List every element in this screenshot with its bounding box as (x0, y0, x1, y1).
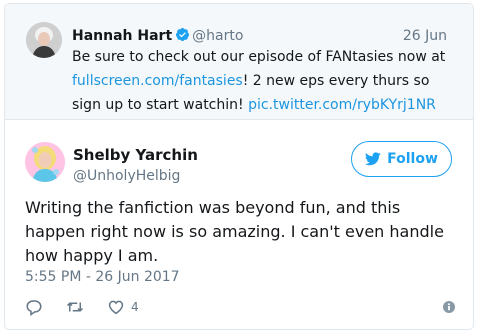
verified-badge-icon (176, 27, 190, 42)
like-count: 4 (131, 300, 139, 314)
info-icon (443, 301, 455, 313)
quoted-author-name[interactable]: Hannah Hart (72, 28, 172, 44)
shelby-avatar-photo (25, 142, 65, 182)
tweet-text: Writing the fanfiction was beyond fun, a… (25, 198, 444, 265)
follow-button[interactable]: Follow (351, 141, 452, 177)
reply-icon (26, 300, 42, 316)
quoted-author-handle[interactable]: @harto (192, 28, 243, 44)
like-button[interactable]: 4 (107, 295, 139, 319)
embedded-tweet-card: Hannah Hart @harto 26 Jun Be sure to chec… (4, 3, 474, 330)
reply-button[interactable] (25, 295, 43, 319)
hannah-avatar-photo (26, 22, 62, 58)
retweet-button[interactable] (65, 295, 85, 319)
pic-twitter-link[interactable]: pic.twitter.com/rybKYrj1NR (248, 97, 436, 113)
follow-label: Follow (387, 151, 438, 167)
quoted-text-fragment: sign up to start watchin! (72, 97, 249, 113)
author-name[interactable]: Shelby Yarchin (73, 145, 198, 165)
quoted-tweet-header: Hannah Hart @harto 26 Jun (72, 26, 447, 46)
retweet-icon (66, 302, 84, 312)
avatar[interactable] (25, 142, 65, 182)
quoted-tweet-text: Be sure to check out our episode of FANt… (72, 45, 457, 117)
fullscreen-link[interactable]: fullscreen.com/fantasies (72, 73, 243, 89)
quoted-text-line: fullscreen.com/fantasies! 2 new eps ever… (72, 69, 457, 93)
tweet-timestamp[interactable]: 5:55 PM - 26 Jun 2017 (25, 267, 180, 287)
twitter-bird-icon (365, 152, 381, 166)
author-handle[interactable]: @UnholyHelbig (73, 166, 180, 186)
info-button[interactable] (443, 295, 455, 319)
avatar[interactable] (26, 22, 62, 58)
quoted-text-line: sign up to start watchin! pic.twitter.co… (72, 93, 457, 117)
tweet-actions: 4 (25, 295, 455, 319)
quoted-tweet[interactable]: Hannah Hart @harto 26 Jun Be sure to chec… (5, 4, 473, 120)
quoted-tweet-date[interactable]: 26 Jun (403, 26, 447, 46)
quoted-text-fragment: ! 2 new eps every thurs so (242, 73, 430, 89)
quoted-text-line: Be sure to check out our episode of FANt… (72, 49, 446, 65)
heart-icon (108, 300, 124, 315)
